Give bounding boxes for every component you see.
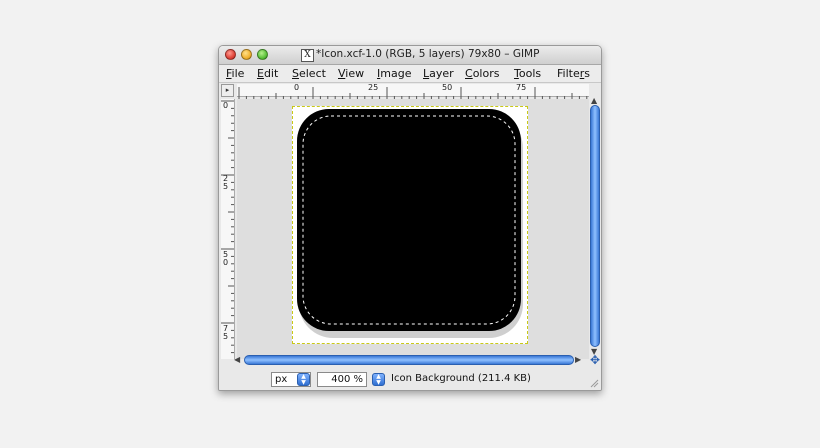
zoom-button[interactable] — [257, 49, 268, 60]
unit-chevron-icon[interactable]: ▲ ▼ — [297, 373, 310, 386]
menu-file[interactable]: File — [226, 67, 244, 80]
x11-app-icon: X — [301, 49, 314, 62]
resize-grip-icon[interactable] — [589, 378, 599, 388]
zoom-chevron-icon[interactable]: ▲ ▼ — [372, 373, 385, 386]
menu-filters[interactable]: Filters — [557, 67, 590, 80]
zoom-field[interactable]: 400 % — [317, 372, 367, 387]
menu-separator — [219, 82, 601, 83]
ruler-h-label: 75 — [516, 83, 527, 92]
window-title: *Icon.xcf-1.0 (RGB, 5 layers) 79x80 – GI… — [316, 48, 540, 60]
status-bar: px ▲ ▼ 400 % ▲ ▼ Icon Background (211.4 KB… — [219, 368, 601, 390]
layer-status-text: Icon Background (211.4 KB) — [391, 373, 531, 384]
menu-image[interactable]: Image — [377, 67, 411, 80]
menu-colors[interactable]: Colors — [465, 67, 499, 80]
horizontal-ruler[interactable]: 0 25 50 75 — [237, 83, 589, 99]
ruler-v-label: 0 — [223, 101, 229, 110]
vertical-ruler[interactable]: 0 25 50 75 — [221, 99, 235, 359]
menu-view[interactable]: View — [338, 67, 364, 80]
image-boundary — [292, 106, 528, 344]
vertical-ruler-ticks — [221, 100, 234, 354]
ruler-v-label: 25 — [223, 174, 229, 191]
image-canvas[interactable] — [237, 99, 589, 359]
menu-select[interactable]: Select — [292, 67, 326, 80]
ruler-h-label: 25 — [368, 83, 379, 92]
vertical-scrollbar[interactable]: ▲ ▼ — [590, 97, 600, 356]
rounded-square-shape — [297, 109, 521, 331]
gimp-image-window: X *Icon.xcf-1.0 (RGB, 5 layers) 79x80 – … — [218, 45, 602, 391]
scroll-up-arrow[interactable]: ▲ — [591, 97, 597, 105]
vertical-scroll-thumb[interactable] — [590, 105, 600, 347]
scroll-right-arrow[interactable]: ▶ — [575, 356, 581, 364]
ruler-h-label: 50 — [442, 83, 453, 92]
title-bar[interactable]: X *Icon.xcf-1.0 (RGB, 5 layers) 79x80 – … — [219, 46, 601, 65]
icon-artwork — [297, 109, 523, 338]
scroll-left-arrow[interactable]: ◀ — [234, 356, 240, 364]
ruler-v-label: 50 — [223, 250, 229, 267]
horizontal-scrollbar[interactable]: ◀ ▶ — [234, 355, 581, 365]
minimize-button[interactable] — [241, 49, 252, 60]
menu-layer[interactable]: Layer — [423, 67, 454, 80]
ruler-h-label: 0 — [294, 83, 300, 92]
menu-edit[interactable]: Edit — [257, 67, 278, 80]
horizontal-scroll-thumb[interactable] — [244, 355, 574, 365]
menubar: File Edit Select View Image Layer Colors… — [219, 65, 601, 82]
ruler-menu-button[interactable]: ▸ — [221, 84, 234, 97]
ruler-v-label: 75 — [223, 324, 229, 341]
navigate-icon[interactable]: ✥ — [590, 354, 601, 366]
menu-tools[interactable]: Tools — [514, 67, 541, 80]
horizontal-ruler-ticks — [238, 87, 588, 99]
close-button[interactable] — [225, 49, 236, 60]
